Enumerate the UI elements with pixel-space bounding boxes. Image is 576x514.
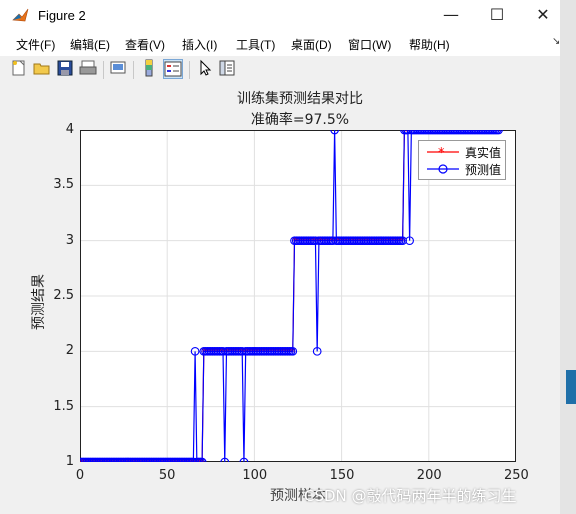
menu-help[interactable]: 帮助(H): [409, 36, 450, 53]
menu-edit[interactable]: 编辑(E): [70, 36, 110, 53]
menu-view[interactable]: 查看(V): [125, 36, 165, 53]
menu-tools[interactable]: 工具(T): [236, 36, 275, 53]
menu-window[interactable]: 窗口(W): [348, 36, 391, 53]
property-inspector-icon[interactable]: [218, 59, 238, 79]
y-tick-label: 2: [65, 343, 74, 359]
chart-subtitle: 准确率=97.5%: [250, 112, 350, 128]
maximize-button[interactable]: ☐: [474, 0, 520, 32]
toolbar-separator: [133, 61, 134, 79]
y-tick-label: 1: [65, 454, 74, 469]
pointer-icon[interactable]: [196, 59, 216, 79]
x-tick-label: 100: [242, 468, 268, 483]
background-accent-right: [566, 370, 576, 404]
y-tick-label: 3: [65, 232, 74, 248]
legend-true-marker-icon: *: [427, 146, 459, 161]
svg-text:*: *: [438, 146, 445, 160]
chart-title: 训练集预测结果对比: [237, 91, 363, 107]
save-icon[interactable]: [56, 59, 76, 79]
x-tick-label: 0: [75, 468, 85, 483]
menu-desktop[interactable]: 桌面(D): [291, 36, 332, 53]
legend-entry-true: * 真实值: [425, 144, 505, 161]
toolbar-separator: [189, 61, 190, 79]
menu-insert[interactable]: 插入(I): [182, 36, 217, 53]
y-tick-label: 4: [65, 122, 74, 137]
x-tick-label: 50: [158, 468, 176, 483]
x-tick-label: 200: [416, 468, 442, 483]
chart-legend[interactable]: * 真实值 预测值: [418, 140, 506, 180]
window-title: Figure 2: [38, 8, 86, 23]
new-figure-icon[interactable]: [10, 59, 30, 79]
y-tick-label: 2.5: [53, 288, 74, 303]
menu-bar: 文件(F) 编辑(E) 查看(V) 插入(I) 工具(T) 桌面(D) 窗口(W…: [0, 32, 560, 56]
print-icon[interactable]: [79, 59, 99, 79]
background-window-right: [560, 0, 576, 514]
legend-entry-predicted: 预测值: [425, 161, 505, 177]
legend-label: 预测值: [465, 163, 502, 177]
open-file-icon[interactable]: [33, 59, 53, 79]
legend-icon[interactable]: [163, 59, 183, 79]
y-tick-label: 1.5: [53, 398, 74, 414]
x-tick-label: 150: [329, 468, 355, 483]
minimize-button[interactable]: —: [428, 0, 474, 32]
toolbar-separator: [103, 61, 104, 79]
menu-file[interactable]: 文件(F): [16, 36, 55, 53]
y-tick-label: 3.5: [53, 177, 74, 193]
watermark: CSDN @敲代码两年半的练习生: [304, 487, 517, 505]
menu-dock-arrow-icon[interactable]: ↘: [552, 36, 560, 47]
legend-label: 真实值: [465, 146, 502, 160]
link-plot-icon[interactable]: [109, 59, 129, 79]
matlab-logo-icon: [12, 8, 29, 22]
legend-pred-marker-icon: [427, 164, 459, 174]
x-tick-label: 250: [504, 468, 529, 483]
title-bar: Figure 2 — ☐ ✕: [0, 0, 560, 32]
colorbar-icon[interactable]: [140, 59, 160, 79]
close-button[interactable]: ✕: [520, 0, 566, 32]
toolbar: [0, 56, 560, 85]
